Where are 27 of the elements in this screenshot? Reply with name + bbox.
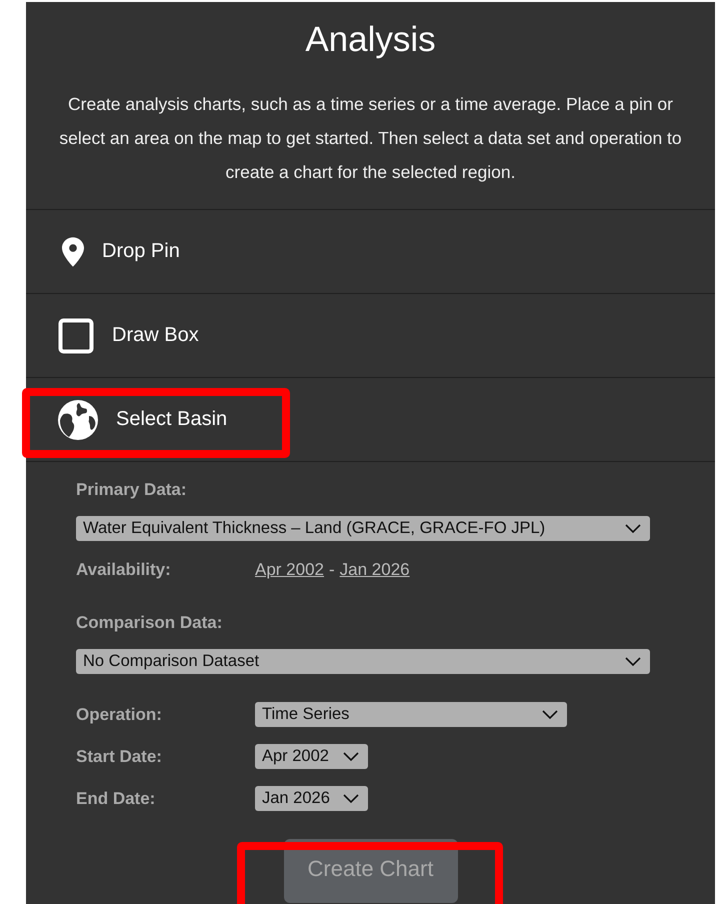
chevron-icon [343,752,359,762]
panel-title: Analysis [304,19,437,61]
date-link[interactable]: Apr 2002 [255,560,324,579]
chevron-icon [625,524,641,534]
dropdown[interactable]: Water Equivalent Thickness – Land (GRACE, GRACE-FO JPL) [76,516,650,541]
tool-button[interactable]: Drop Pin [102,240,180,263]
dropdown[interactable]: Apr 2002 [255,744,368,769]
description-text: Create analysis charts, such as a time series or a time average. Place a pin or select an area on the map to get started. Then select a data set and operation to create a chart for the selected region. [58,93,683,184]
date-link[interactable]: Jan 2026 [340,560,410,579]
chevron-icon [542,710,558,720]
square-icon [58,318,94,354]
dropdown[interactable]: Time Series [255,702,567,727]
field-label: Comparison Data: [76,613,224,633]
field-label: Availability: [76,560,172,580]
chevron-icon [625,656,641,666]
field-label: Operation: [76,704,163,724]
field-label: End Date: [76,788,156,808]
field-label: Start Date: [76,746,163,766]
pin-icon [62,236,84,266]
dropdown[interactable]: Jan 2026 [255,786,368,811]
chevron-icon [343,794,359,804]
separator-text: - [329,560,335,579]
tool-button[interactable]: Draw Box [112,324,199,347]
dropdown[interactable]: No Comparison Dataset [76,649,650,674]
globe-icon [58,400,98,440]
tool-button[interactable]: Select Basin [116,408,228,431]
field-label: Primary Data: [76,480,188,500]
